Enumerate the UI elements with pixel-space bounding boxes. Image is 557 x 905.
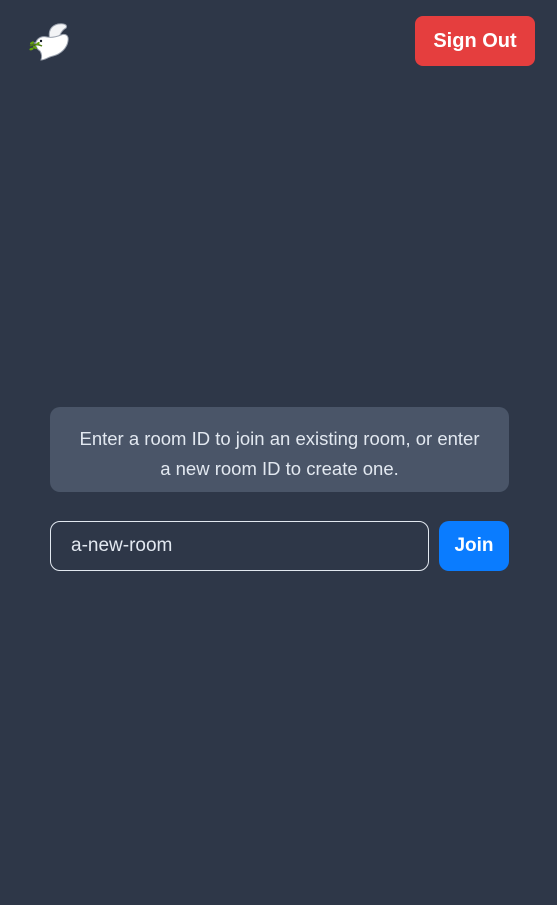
join-button[interactable]: Join xyxy=(439,521,509,571)
header: Sign Out xyxy=(0,0,557,84)
info-message: Enter a room ID to join an existing room… xyxy=(50,407,509,492)
dove-logo-icon xyxy=(28,22,72,62)
room-id-input[interactable] xyxy=(50,521,429,571)
sign-out-button[interactable]: Sign Out xyxy=(415,16,535,66)
